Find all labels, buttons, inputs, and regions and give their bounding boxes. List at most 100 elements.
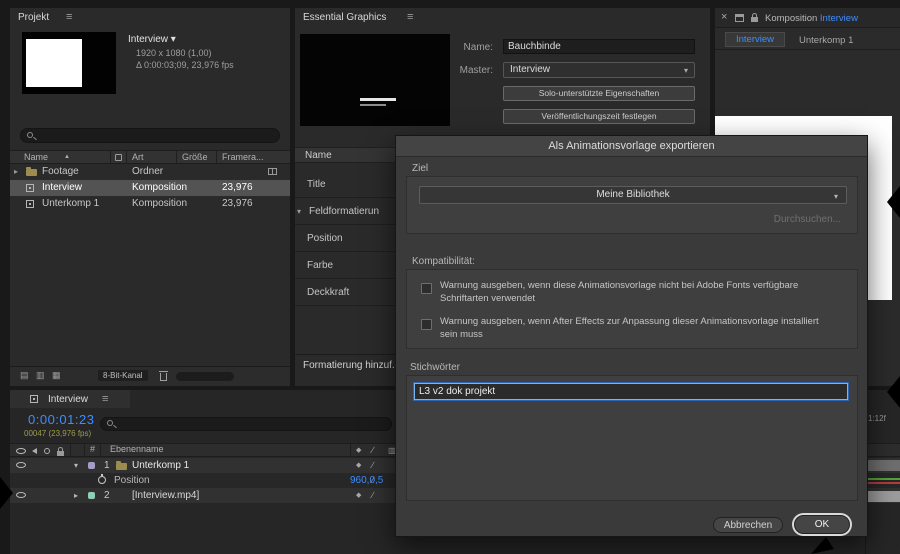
footage-badge-icon xyxy=(268,168,277,175)
trash-icon[interactable] xyxy=(159,371,168,381)
item-name[interactable]: Unterkomp 1 xyxy=(42,196,99,212)
column-header-type[interactable]: Art xyxy=(132,151,144,164)
install-warning-checkbox[interactable] xyxy=(421,319,432,330)
viewer-tab-prefix: Komposition xyxy=(765,13,818,24)
ok-button[interactable]: OK xyxy=(794,515,850,534)
subtab-label: Interview xyxy=(735,34,774,45)
property-label: Deckkraft xyxy=(307,287,350,298)
fonts-warning-checkbox[interactable] xyxy=(421,283,432,294)
column-header-framerate[interactable]: Framera... xyxy=(222,151,264,164)
eye-icon[interactable] xyxy=(16,462,26,468)
panel-menu-icon[interactable]: ≡ xyxy=(407,12,413,23)
project-preview-thumbnail xyxy=(22,32,116,94)
mode-switch-icon[interactable]: ∕ xyxy=(372,458,374,473)
frame-info: 00047 (23,976 fps) xyxy=(24,429,92,438)
name-label: Name: xyxy=(463,42,493,53)
mode-switch-icon: ∕ xyxy=(372,475,374,485)
selected-item-name[interactable]: Interview ▾ xyxy=(128,34,176,45)
layer-duration-bar[interactable] xyxy=(868,460,900,471)
column-header-number: # xyxy=(90,444,96,454)
master-comp-value: Interview xyxy=(510,64,551,75)
new-folder-icon[interactable]: ▦ xyxy=(52,370,61,381)
search-icon xyxy=(27,132,33,138)
layer-number: 2 xyxy=(104,490,110,501)
composition-icon xyxy=(26,184,34,192)
viewer-subtab-interview[interactable]: Interview xyxy=(725,32,785,47)
label-color-swatch[interactable] xyxy=(88,462,95,469)
twirl-closed-icon[interactable]: ▸ xyxy=(74,488,78,503)
keywords-input[interactable] xyxy=(414,383,848,400)
thumbnail-view-icon[interactable]: ▥ xyxy=(36,370,45,381)
label-color-swatch[interactable] xyxy=(88,492,95,499)
keywords-group xyxy=(406,375,858,501)
close-icon[interactable]: × xyxy=(721,11,727,23)
item-type: Ordner xyxy=(132,166,164,177)
viewer-tab-title[interactable]: Komposition Interview xyxy=(765,13,858,24)
composition-icon xyxy=(26,200,34,208)
browse-button[interactable]: Durchsuchen... xyxy=(774,214,841,225)
project-row-unterkomp[interactable]: Unterkomp 1 Komposition 23,976 xyxy=(10,196,290,212)
project-search-input[interactable] xyxy=(20,128,280,143)
project-table-header: Name ▲ Art Größe Framera... xyxy=(10,150,290,164)
panel-menu-icon[interactable]: ≡ xyxy=(66,12,72,23)
cancel-button[interactable]: Abbrechen xyxy=(713,517,783,533)
item-name[interactable]: Interview xyxy=(42,180,82,196)
timeline-search-input[interactable] xyxy=(100,417,392,431)
master-label: Master: xyxy=(459,65,493,76)
project-footer-slider[interactable] xyxy=(176,372,234,381)
layer-duration-bar[interactable] xyxy=(868,491,900,502)
solo-supported-properties-button[interactable]: Solo-unterstützte Eigenschaften xyxy=(503,86,695,101)
graph-line-red xyxy=(868,482,900,484)
bit-depth-button[interactable]: 8-Bit-Kanal xyxy=(98,370,148,381)
time-ruler-label: 1:12f xyxy=(868,414,886,423)
folder-icon xyxy=(26,167,37,176)
project-row-interview[interactable]: Interview Komposition 23,976 xyxy=(10,180,290,196)
layer-name[interactable]: [Interview.mp4] xyxy=(132,488,199,503)
column-header-name[interactable]: Name xyxy=(24,151,48,164)
template-name-input[interactable] xyxy=(503,39,695,54)
project-panel-tab[interactable]: Projekt xyxy=(18,12,49,23)
collapse-switch-icon[interactable]: ◆ xyxy=(356,458,361,473)
add-formatting-button[interactable]: Formatierung hinzuf... xyxy=(303,360,400,371)
template-preview-thumbnail xyxy=(300,34,450,126)
item-type: Komposition xyxy=(132,182,188,193)
divider xyxy=(216,151,217,163)
column-header-layer-name[interactable]: Ebenenname xyxy=(110,444,164,454)
fonts-warning-label[interactable]: Warnung ausgeben, wenn diese Animationsv… xyxy=(440,279,832,305)
selected-item-duration: Δ 0:00:03;09, 23,976 fps xyxy=(136,60,234,70)
solo-column-icon xyxy=(44,448,50,454)
current-timecode[interactable]: 0:00:01:23 xyxy=(28,412,94,427)
layer-number: 1 xyxy=(104,460,110,471)
mode-switch-icon[interactable]: ∕ xyxy=(372,488,374,503)
twirl-open-icon[interactable]: ▾ xyxy=(74,458,78,473)
list-view-icon[interactable]: ▤ xyxy=(20,370,29,381)
column-header-size[interactable]: Größe xyxy=(182,151,208,164)
master-comp-dropdown[interactable]: Interview ▾ xyxy=(503,62,695,78)
composition-icon xyxy=(30,395,38,403)
folder-icon xyxy=(116,461,127,470)
stopwatch-icon[interactable] xyxy=(98,474,106,484)
destination-dropdown[interactable]: Meine Bibliothek ▾ xyxy=(419,186,847,204)
set-poster-time-button[interactable]: Veröffentlichungszeit festlegen xyxy=(503,109,695,124)
eye-icon[interactable] xyxy=(16,492,26,498)
lock-icon[interactable] xyxy=(751,13,758,22)
project-row-footage[interactable]: ▸ Footage Ordner xyxy=(10,164,290,180)
modes-column-icon: ∕ xyxy=(372,445,374,455)
property-value[interactable]: 960,0,5 xyxy=(350,473,383,488)
dialog-title-bar[interactable]: Als Animationsvorlage exportieren xyxy=(396,136,867,157)
properties-header-label: Name xyxy=(305,150,332,161)
destination-value: Meine Bibliothek xyxy=(596,189,670,200)
collapse-switch-icon[interactable]: ◆ xyxy=(356,488,361,503)
expand-icon[interactable]: ▸ xyxy=(14,164,18,180)
viewer-tab-bar: × Komposition Interview xyxy=(715,8,900,28)
target-group: Meine Bibliothek ▾ Durchsuchen... xyxy=(406,176,858,234)
layer-name[interactable]: Unterkomp 1 xyxy=(132,458,189,473)
label-color-column-icon[interactable] xyxy=(115,154,122,161)
install-warning-label[interactable]: Warnung ausgeben, wenn After Effects zur… xyxy=(440,315,832,341)
essential-graphics-tab[interactable]: Essential Graphics xyxy=(303,12,386,23)
viewer-subtab-unterkomp[interactable]: Unterkomp 1 xyxy=(799,35,853,46)
panel-menu-icon[interactable]: ≡ xyxy=(102,394,108,405)
chevron-down-icon[interactable]: ▾ xyxy=(297,198,301,225)
timeline-tab[interactable]: Interview ≡ xyxy=(10,390,130,408)
item-name[interactable]: Footage xyxy=(42,164,79,180)
